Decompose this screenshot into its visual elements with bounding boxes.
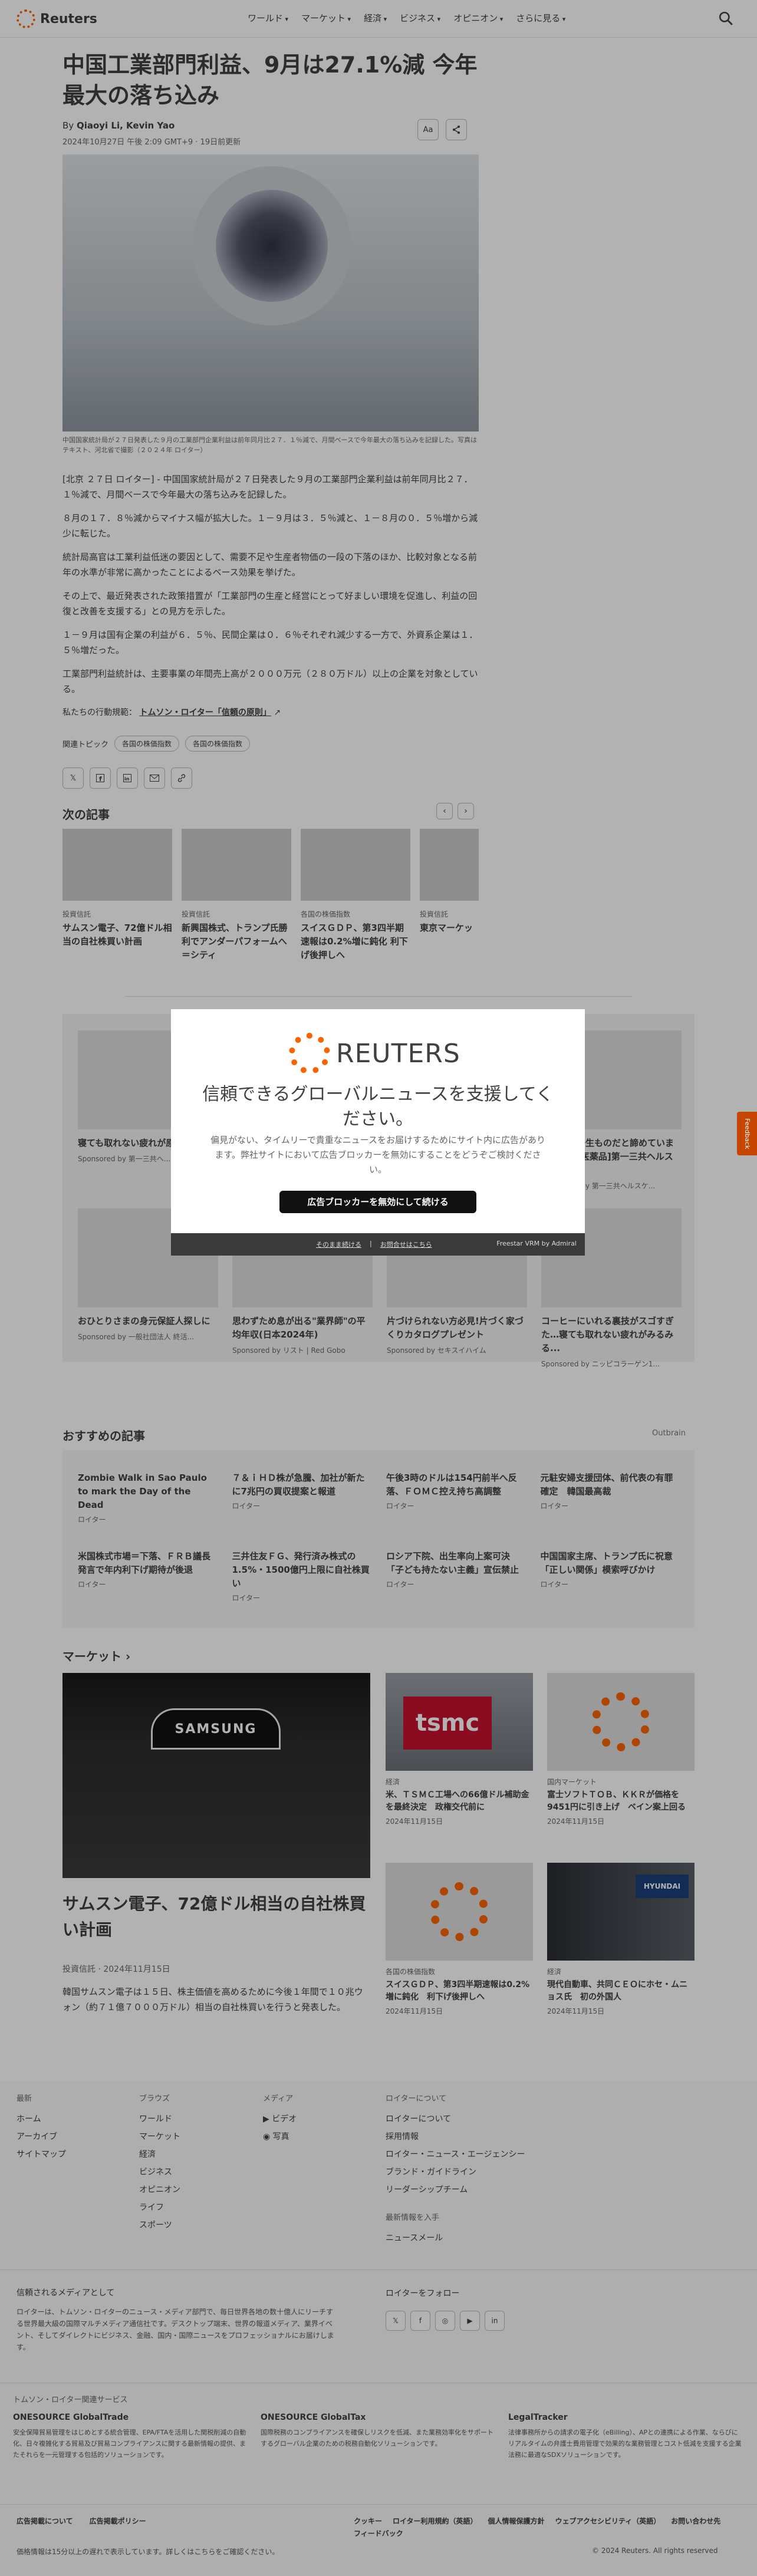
modal-links: そのまま続ける | お問合せはこちら bbox=[316, 1240, 432, 1249]
separator: | bbox=[370, 1240, 372, 1247]
modal-footer-bar: そのまま続ける | お問合せはこちら Freestar VRM by Admir… bbox=[171, 1233, 585, 1256]
continue-link[interactable]: そのまま続ける bbox=[316, 1240, 361, 1249]
modal-text: 偏見がない、タイムリーで貴重なニュースをお届けするためにサイト内に広告があります… bbox=[210, 1135, 546, 1175]
adblock-modal: REUTERS 信頼できるグローバルニュースを支援してください。 偏見がない、タ… bbox=[171, 1009, 585, 1256]
modal-logo: REUTERS bbox=[289, 1033, 460, 1074]
modal-powered-by: Freestar VRM by Admiral bbox=[496, 1240, 577, 1247]
feedback-tab[interactable]: Feedback bbox=[737, 1112, 757, 1155]
disable-adblock-button[interactable]: 広告ブロッカーを無効にして続ける bbox=[279, 1191, 476, 1213]
contact-link[interactable]: お問合せはこちら bbox=[380, 1240, 432, 1249]
modal-title: 信頼できるグローバルニュースを支援してください。 bbox=[202, 1084, 554, 1129]
reuters-logo-icon bbox=[289, 1033, 330, 1074]
modal-brand: REUTERS bbox=[336, 1038, 460, 1069]
modal-backdrop[interactable] bbox=[0, 0, 757, 2576]
